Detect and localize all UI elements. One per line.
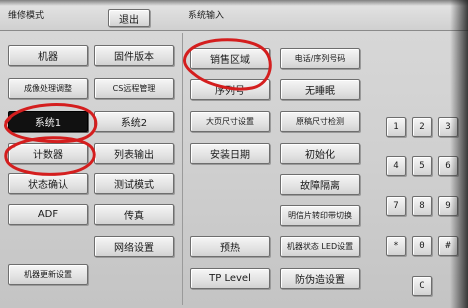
original-size-detect-button[interactable]: 原稿尺寸检测 [280, 111, 360, 132]
no-sleep-button[interactable]: 无睡眠 [280, 79, 360, 100]
led-settings-button[interactable]: 机器状态 LED设置 [280, 236, 360, 257]
phone-serial-button[interactable]: 电话/序列号码 [280, 48, 360, 69]
menu-system2[interactable]: 系统2 [94, 111, 174, 132]
system-input-title: 系统输入 [188, 11, 225, 21]
large-size-button[interactable]: 大页尺寸设置 [190, 111, 270, 132]
menu-firmware-version[interactable]: 固件版本 [94, 45, 174, 66]
menu-counter[interactable]: 计数器 [8, 143, 88, 164]
right-bezel-shadow [450, 0, 468, 308]
key-4[interactable]: 4 [386, 156, 406, 176]
menu-system1[interactable]: 系统1 [8, 111, 88, 132]
fault-isolation-button[interactable]: 故障隔离 [280, 174, 360, 195]
menu-adf[interactable]: ADF [8, 204, 88, 225]
top-shadow [0, 0, 468, 6]
key-8[interactable]: 8 [412, 196, 432, 216]
key-star[interactable]: * [386, 236, 406, 256]
postcard-switch-button[interactable]: 明信片转印带切换 [280, 205, 360, 226]
serial-no-button[interactable]: 序列号 [190, 79, 270, 100]
service-mode-screen: 维修模式 系统输入 退出 机器 固件版本 成像处理调整 CS远程管理 系统1 系… [0, 0, 468, 308]
key-5[interactable]: 5 [412, 156, 432, 176]
menu-image-adjust[interactable]: 成像处理调整 [8, 78, 88, 99]
key-1[interactable]: 1 [386, 117, 406, 137]
menu-status-check[interactable]: 状态确认 [8, 173, 88, 194]
menu-fax[interactable]: 传真 [94, 204, 174, 225]
sales-region-button[interactable]: 销售区域 [190, 48, 270, 69]
key-2[interactable]: 2 [412, 117, 432, 137]
key-clear[interactable]: C [412, 276, 432, 296]
menu-network-settings[interactable]: 网络设置 [94, 236, 174, 257]
exit-button[interactable]: 退出 [108, 9, 150, 27]
preheat-button[interactable]: 预热 [190, 236, 270, 257]
menu-machine[interactable]: 机器 [8, 45, 88, 66]
menu-cs-remote[interactable]: CS远程管理 [94, 78, 174, 99]
panel-divider [182, 33, 183, 305]
menu-test-mode[interactable]: 测试模式 [94, 173, 174, 194]
tp-level-button[interactable]: TP Level [190, 268, 270, 289]
key-7[interactable]: 7 [386, 196, 406, 216]
anti-copy-button[interactable]: 防伪造设置 [280, 268, 360, 289]
install-date-button[interactable]: 安装日期 [190, 143, 270, 164]
initialize-button[interactable]: 初始化 [280, 143, 360, 164]
mode-title: 维修模式 [8, 11, 45, 21]
key-0[interactable]: 0 [412, 236, 432, 256]
menu-machine-update[interactable]: 机器更新设置 [8, 264, 88, 285]
menu-list-output[interactable]: 列表输出 [94, 143, 174, 164]
